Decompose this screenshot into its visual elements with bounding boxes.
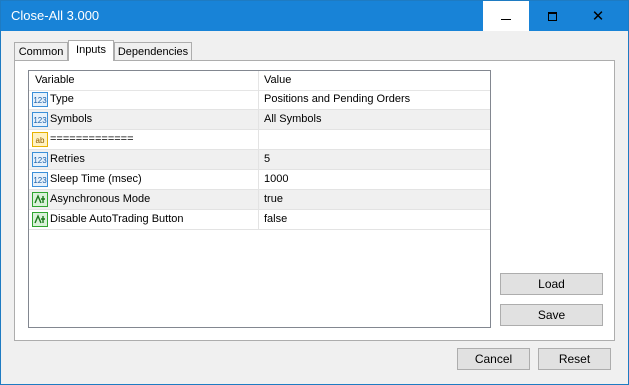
variable-value[interactable]: All Symbols xyxy=(264,113,321,125)
maximize-button[interactable] xyxy=(529,1,575,31)
variable-name: Retries xyxy=(50,153,85,165)
variable-value[interactable]: Positions and Pending Orders xyxy=(264,93,410,105)
table-header: Variable Value xyxy=(29,71,490,91)
string-icon: ab xyxy=(32,132,48,147)
variable-name: Disable AutoTrading Button xyxy=(50,213,184,225)
column-header-value[interactable]: Value xyxy=(264,74,291,86)
numeric-icon: 123 xyxy=(32,152,48,167)
variable-name: Asynchronous Mode xyxy=(50,193,151,205)
boolean-icon xyxy=(32,192,48,207)
tab-common[interactable]: Common xyxy=(14,42,68,60)
window-title: Close-All 3.000 xyxy=(11,8,100,23)
cell-divider xyxy=(258,110,259,129)
variable-name: ============= xyxy=(50,133,134,145)
table-row[interactable]: 123 Type Positions and Pending Orders xyxy=(29,90,490,110)
variable-value[interactable]: false xyxy=(264,213,287,225)
column-header-variable[interactable]: Variable xyxy=(35,74,75,86)
inputs-table[interactable]: Variable Value 123 Type Positions and Pe… xyxy=(28,70,491,328)
tab-panel-inputs: Variable Value 123 Type Positions and Pe… xyxy=(14,60,615,341)
svg-text:123: 123 xyxy=(33,116,47,125)
table-row[interactable]: 123 Symbols All Symbols xyxy=(29,110,490,130)
title-bar[interactable]: Close-All 3.000 ✕ xyxy=(1,1,628,31)
maximize-icon xyxy=(547,11,557,21)
save-button[interactable]: Save xyxy=(500,304,603,326)
dialog-window: Close-All 3.000 ✕ Common Inputs Dependen… xyxy=(0,0,629,385)
table-row[interactable]: ab ============= xyxy=(29,130,490,150)
cell-divider xyxy=(258,190,259,209)
table-row[interactable]: 123 Retries 5 xyxy=(29,150,490,170)
minimize-icon xyxy=(501,18,511,20)
variable-name: Sleep Time (msec) xyxy=(50,173,142,185)
close-button[interactable]: ✕ xyxy=(575,1,621,31)
cell-divider xyxy=(258,210,259,229)
svg-text:123: 123 xyxy=(33,176,47,185)
minimize-button[interactable] xyxy=(483,1,529,31)
numeric-icon: 123 xyxy=(32,92,48,107)
close-icon: ✕ xyxy=(591,8,605,25)
table-row[interactable]: Disable AutoTrading Button false xyxy=(29,210,490,230)
svg-text:123: 123 xyxy=(33,96,47,105)
boolean-icon xyxy=(32,212,48,227)
load-button[interactable]: Load xyxy=(500,273,603,295)
numeric-icon: 123 xyxy=(32,112,48,127)
table-row[interactable]: 123 Sleep Time (msec) 1000 xyxy=(29,170,490,190)
variable-name: Symbols xyxy=(50,113,93,125)
svg-text:123: 123 xyxy=(33,156,47,165)
variable-value[interactable]: 5 xyxy=(264,153,270,165)
variable-name: Type xyxy=(50,93,74,105)
variable-value[interactable]: 1000 xyxy=(264,173,288,185)
cancel-button[interactable]: Cancel xyxy=(457,348,530,370)
cell-divider xyxy=(258,130,259,149)
numeric-icon: 123 xyxy=(32,172,48,187)
cell-divider xyxy=(258,150,259,169)
variable-value[interactable]: true xyxy=(264,193,283,205)
tab-dependencies[interactable]: Dependencies xyxy=(114,42,192,60)
table-row[interactable]: Asynchronous Mode true xyxy=(29,190,490,210)
cell-divider xyxy=(258,90,259,109)
tab-inputs[interactable]: Inputs xyxy=(68,40,114,61)
svg-text:ab: ab xyxy=(36,136,45,145)
reset-button[interactable]: Reset xyxy=(538,348,611,370)
column-divider[interactable] xyxy=(258,71,259,90)
cell-divider xyxy=(258,170,259,189)
